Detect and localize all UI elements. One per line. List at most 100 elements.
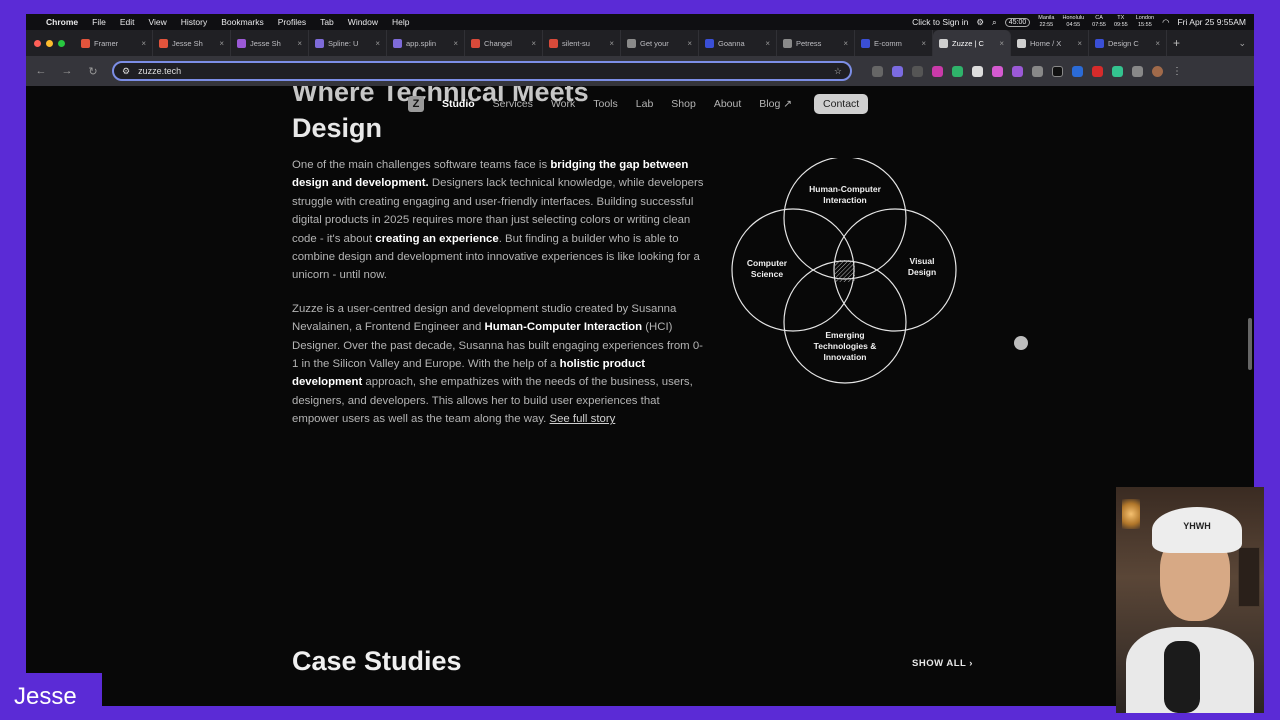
- bookmark-star-icon[interactable]: ☆: [834, 66, 842, 77]
- background-shelf: [1238, 547, 1260, 607]
- site-info-icon[interactable]: ⚙: [122, 66, 130, 77]
- zuzze-logo-icon[interactable]: Z: [408, 96, 424, 112]
- datetime[interactable]: Fri Apr 25 9:55AM: [1177, 17, 1246, 27]
- tab-close-icon[interactable]: ×: [921, 39, 926, 48]
- sign-in-status[interactable]: Click to Sign in: [912, 17, 968, 27]
- extensions-puzzle-icon[interactable]: [1132, 65, 1143, 77]
- nav-blog[interactable]: Blog ↗: [759, 98, 792, 110]
- search-icon[interactable]: ⌕: [992, 17, 997, 28]
- extension-icon[interactable]: [1032, 65, 1043, 77]
- intro-paragraph-1: One of the main challenges software team…: [292, 159, 704, 282]
- wifi-icon[interactable]: ◠: [1162, 17, 1169, 28]
- tab-close-icon[interactable]: ×: [297, 39, 302, 48]
- contact-button[interactable]: Contact: [814, 94, 869, 114]
- menu-window[interactable]: Window: [348, 17, 378, 27]
- menu-help[interactable]: Help: [392, 17, 409, 27]
- see-full-story-link[interactable]: See full story: [549, 413, 615, 425]
- tab-close-icon[interactable]: ×: [453, 39, 458, 48]
- extension-icon[interactable]: [972, 65, 983, 77]
- browser-tab[interactable]: silent-su ×: [543, 30, 621, 56]
- page-scrollbar[interactable]: [1248, 318, 1252, 370]
- menubar-app-name[interactable]: Chrome: [46, 17, 78, 27]
- new-tab-button[interactable]: +: [1173, 36, 1180, 50]
- more-menu-icon[interactable]: ⋮: [1172, 66, 1182, 77]
- browser-tab[interactable]: app.splin ×: [387, 30, 465, 56]
- extension-icon[interactable]: [1092, 65, 1103, 77]
- tab-close-icon[interactable]: ×: [999, 39, 1004, 48]
- menu-tab[interactable]: Tab: [320, 17, 334, 27]
- page-viewport: Where Technical Meets Design Z Studio Se…: [26, 86, 1254, 706]
- tab-close-icon[interactable]: ×: [1155, 39, 1160, 48]
- extension-icon[interactable]: [1012, 65, 1023, 77]
- macos-menubar: Chrome File Edit View History Bookmarks …: [26, 14, 1254, 30]
- window-controls: [34, 39, 65, 47]
- nav-tools[interactable]: Tools: [593, 98, 618, 110]
- nav-studio[interactable]: Studio: [442, 98, 475, 110]
- extension-icon[interactable]: [892, 65, 903, 77]
- tab-favicon-icon: [861, 38, 870, 48]
- browser-tab[interactable]: Design C ×: [1089, 30, 1167, 56]
- tab-close-icon[interactable]: ×: [609, 39, 614, 48]
- timer-badge[interactable]: 45:00: [1004, 17, 1031, 27]
- browser-tab[interactable]: Petress ×: [777, 30, 855, 56]
- person-cap: YHWH: [1152, 507, 1242, 553]
- menu-profiles[interactable]: Profiles: [278, 17, 306, 27]
- tab-close-icon[interactable]: ×: [531, 39, 536, 48]
- browser-tab[interactable]: Goanna ×: [699, 30, 777, 56]
- extension-icon[interactable]: [952, 65, 963, 77]
- browser-tab[interactable]: E-comm ×: [855, 30, 933, 56]
- nav-about[interactable]: About: [714, 98, 741, 110]
- show-all-link[interactable]: SHOW ALL ›: [912, 658, 973, 669]
- browser-tab[interactable]: Get your ×: [621, 30, 699, 56]
- tab-close-icon[interactable]: ×: [1077, 39, 1082, 48]
- menu-bookmarks[interactable]: Bookmarks: [221, 17, 264, 27]
- forward-icon[interactable]: →: [60, 65, 74, 77]
- settings-icon[interactable]: ⚙: [976, 17, 984, 28]
- tab-close-icon[interactable]: ×: [843, 39, 848, 48]
- tab-close-icon[interactable]: ×: [141, 39, 146, 48]
- tab-favicon-icon: [471, 38, 480, 48]
- menu-history[interactable]: History: [181, 17, 207, 27]
- browser-tab[interactable]: Spline: U ×: [309, 30, 387, 56]
- browser-tab[interactable]: Zuzze | C ×: [933, 30, 1011, 56]
- venn-label-top: Human-Computer Interaction: [809, 184, 881, 205]
- browser-tab[interactable]: Jesse Sh ×: [231, 30, 309, 56]
- tab-favicon-icon: [705, 38, 714, 48]
- browser-tab[interactable]: Home / X ×: [1011, 30, 1089, 56]
- minimize-window-button[interactable]: [46, 39, 53, 47]
- custom-cursor-icon: [1014, 336, 1028, 350]
- browser-tab[interactable]: Framer ×: [75, 30, 153, 56]
- tab-search-icon[interactable]: ⌄: [1238, 38, 1246, 49]
- venn-label-left: Computer Science: [747, 258, 788, 279]
- close-window-button[interactable]: [34, 39, 41, 47]
- menu-file[interactable]: File: [92, 17, 106, 27]
- world-clock-tx: TX 09:55: [1113, 15, 1128, 28]
- nav-lab[interactable]: Lab: [636, 98, 654, 110]
- menu-view[interactable]: View: [148, 17, 166, 27]
- back-icon[interactable]: ←: [34, 65, 48, 77]
- extension-icon[interactable]: [932, 65, 943, 77]
- profile-avatar[interactable]: [1152, 65, 1163, 77]
- intro-paragraph-2: Zuzze is a user-centred design and devel…: [292, 302, 703, 426]
- zoom-window-button[interactable]: [58, 39, 65, 47]
- tab-close-icon[interactable]: ×: [375, 39, 380, 48]
- browser-tab[interactable]: Jesse Sh ×: [153, 30, 231, 56]
- tab-close-icon[interactable]: ×: [687, 39, 692, 48]
- menu-edit[interactable]: Edit: [120, 17, 135, 27]
- extension-icon[interactable]: [992, 65, 1003, 77]
- nav-work[interactable]: Work: [551, 98, 575, 110]
- extension-icon[interactable]: [872, 65, 883, 77]
- tab-close-icon[interactable]: ×: [219, 39, 224, 48]
- reload-icon[interactable]: ↻: [86, 65, 100, 78]
- tab-close-icon[interactable]: ×: [765, 39, 770, 48]
- address-bar[interactable]: ⚙ zuzze.tech ☆: [112, 61, 852, 81]
- extension-icon[interactable]: [912, 65, 923, 77]
- nav-services[interactable]: Services: [493, 98, 533, 110]
- tab-favicon-icon: [315, 38, 324, 48]
- extension-icon[interactable]: [1112, 65, 1123, 77]
- extension-icon[interactable]: [1072, 65, 1083, 77]
- browser-tab[interactable]: Changel ×: [465, 30, 543, 56]
- nav-shop[interactable]: Shop: [671, 98, 696, 110]
- extension-icon[interactable]: [1052, 65, 1063, 77]
- tab-label: E-comm: [874, 38, 902, 48]
